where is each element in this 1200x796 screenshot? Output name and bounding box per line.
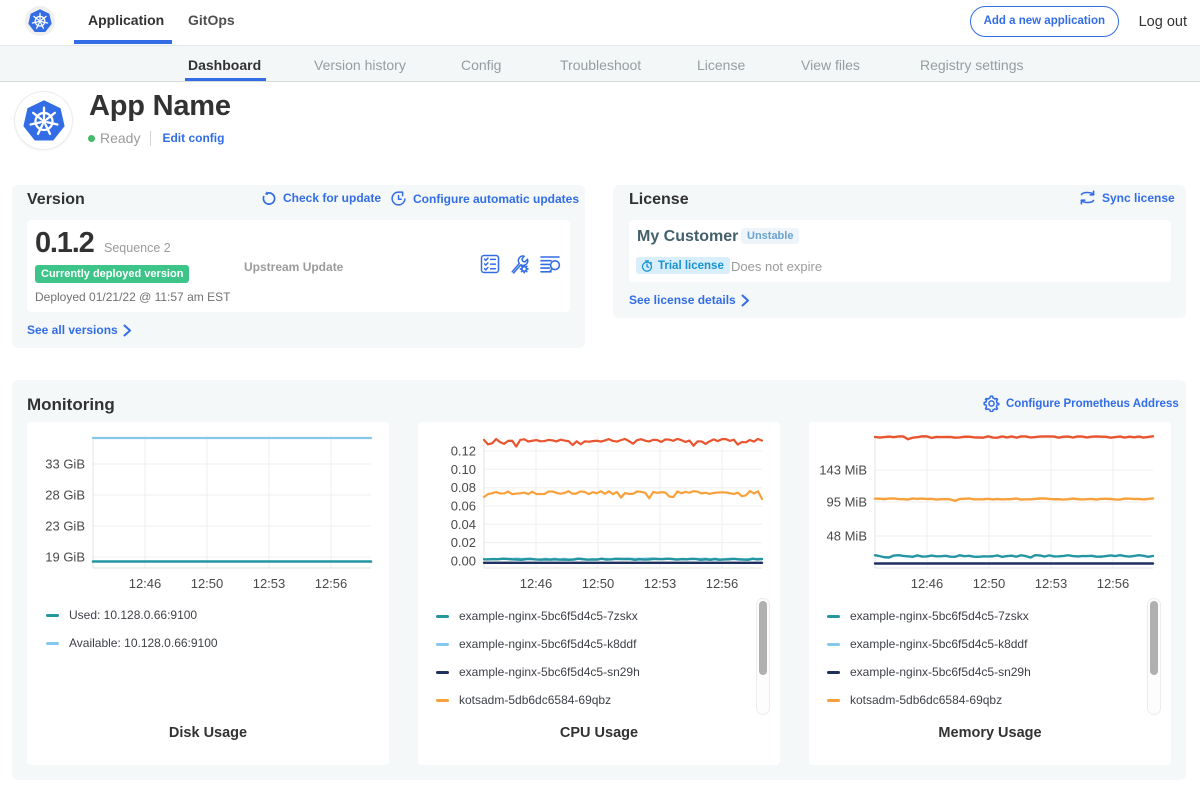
svg-text:0.06: 0.06	[451, 499, 476, 514]
svg-text:0.12: 0.12	[451, 444, 476, 459]
svg-text:12:46: 12:46	[911, 576, 944, 591]
svg-text:0.02: 0.02	[451, 535, 476, 550]
svg-text:0.10: 0.10	[451, 462, 476, 477]
svg-text:95 MiB: 95 MiB	[827, 495, 867, 510]
svg-text:12:46: 12:46	[129, 576, 162, 591]
svg-text:0.00: 0.00	[451, 554, 476, 569]
svg-text:0.08: 0.08	[451, 480, 476, 495]
svg-text:28 GiB: 28 GiB	[45, 488, 85, 503]
svg-text:12:50: 12:50	[191, 576, 224, 591]
svg-text:12:53: 12:53	[1035, 576, 1068, 591]
svg-text:0.04: 0.04	[451, 517, 476, 532]
svg-text:12:50: 12:50	[582, 576, 615, 591]
svg-text:12:53: 12:53	[644, 576, 677, 591]
svg-text:23 GiB: 23 GiB	[45, 519, 85, 534]
svg-text:12:56: 12:56	[315, 576, 348, 591]
svg-text:143 MiB: 143 MiB	[819, 463, 867, 478]
svg-text:48 MiB: 48 MiB	[827, 529, 867, 544]
svg-text:12:56: 12:56	[706, 576, 739, 591]
svg-text:12:56: 12:56	[1097, 576, 1130, 591]
svg-text:12:53: 12:53	[253, 576, 286, 591]
svg-text:12:46: 12:46	[520, 576, 553, 591]
svg-text:12:50: 12:50	[973, 576, 1006, 591]
svg-text:33 GiB: 33 GiB	[45, 457, 85, 472]
svg-text:19 GiB: 19 GiB	[45, 550, 85, 565]
